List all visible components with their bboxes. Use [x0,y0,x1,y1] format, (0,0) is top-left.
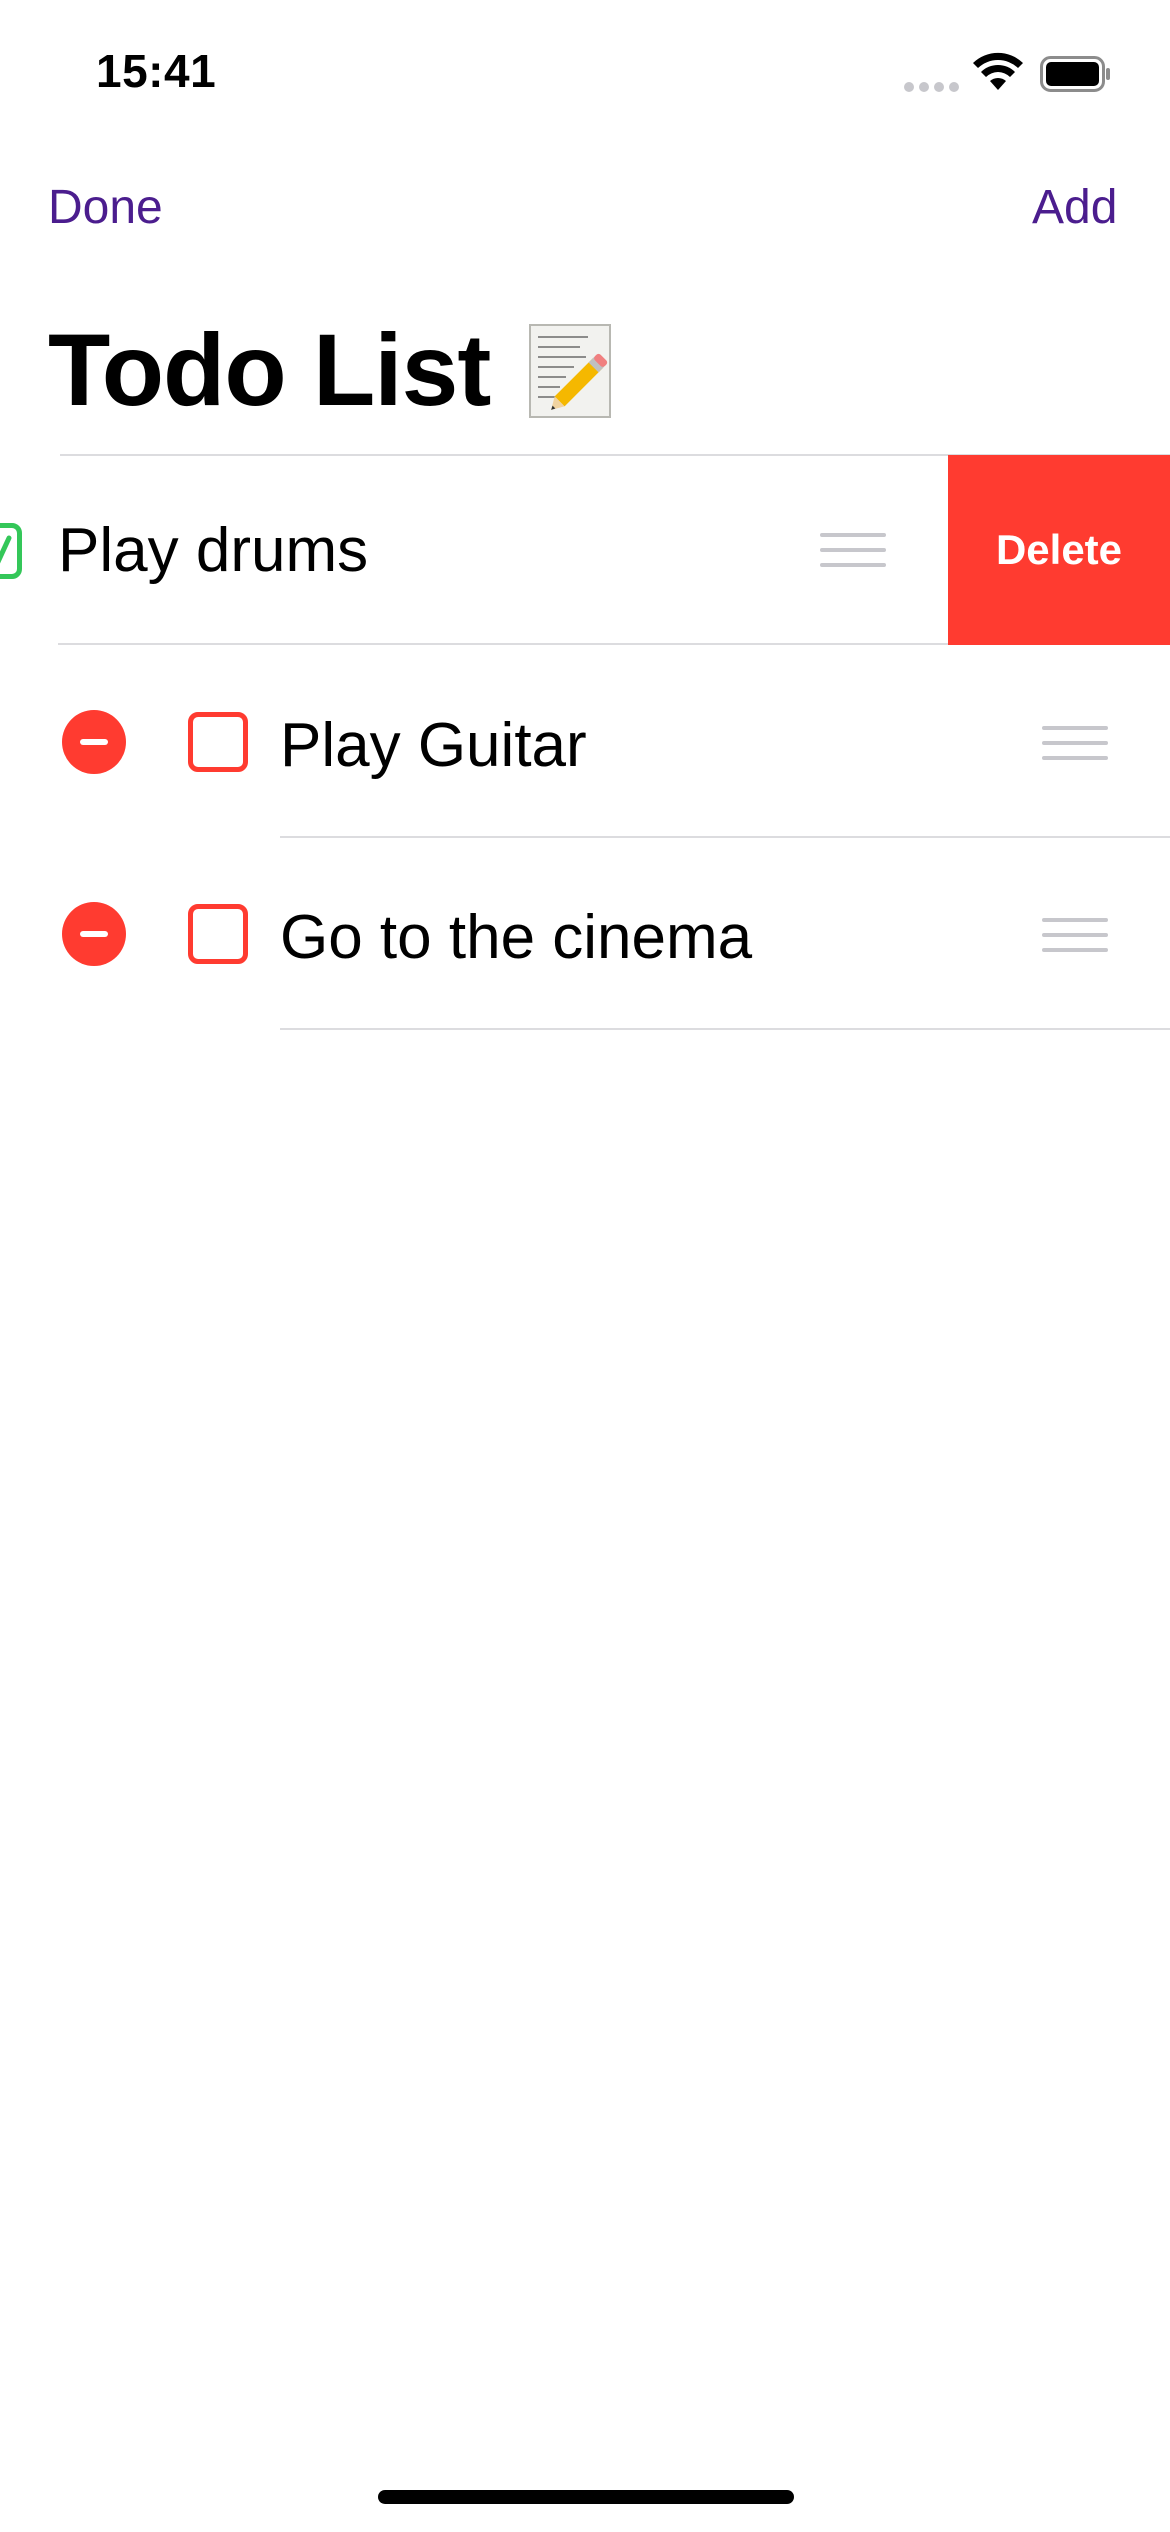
checkmark-icon [0,535,12,564]
reorder-handle-icon[interactable] [1042,918,1108,958]
delete-minus-icon[interactable] [62,902,126,966]
cellular-signal-icon [904,82,960,94]
delete-minus-icon[interactable] [62,710,126,774]
battery-icon [1040,56,1110,92]
home-indicator[interactable] [378,2490,794,2504]
row-separator [280,1028,1170,1030]
incomplete-checkbox[interactable] [188,712,248,772]
list-item-swiped[interactable]: Play drums Delete [0,455,1170,645]
row-separator [58,643,948,645]
list-item[interactable]: Play Guitar [0,646,1170,838]
done-button[interactable]: Done [48,180,163,235]
incomplete-checkbox[interactable] [188,904,248,964]
page-title-row: Todo List [48,312,614,429]
wifi-icon [973,52,1023,90]
list-item-label: Go to the cinema [280,903,753,972]
completed-checkbox[interactable] [0,523,22,579]
status-time: 15:41 [96,45,217,97]
page-title: Todo List [48,313,491,427]
list-item-label: Play Guitar [280,711,587,780]
swipe-delete-button[interactable]: Delete [948,455,1170,645]
memo-pencil-icon [529,323,612,418]
list-item-label: Play drums [58,516,369,585]
status-bar: 15:41 [0,0,1170,140]
reorder-handle-icon[interactable] [1042,726,1108,766]
reorder-handle-icon[interactable] [820,533,886,573]
add-button[interactable]: Add [1032,180,1117,235]
list-item[interactable]: Go to the cinema [0,838,1170,1030]
